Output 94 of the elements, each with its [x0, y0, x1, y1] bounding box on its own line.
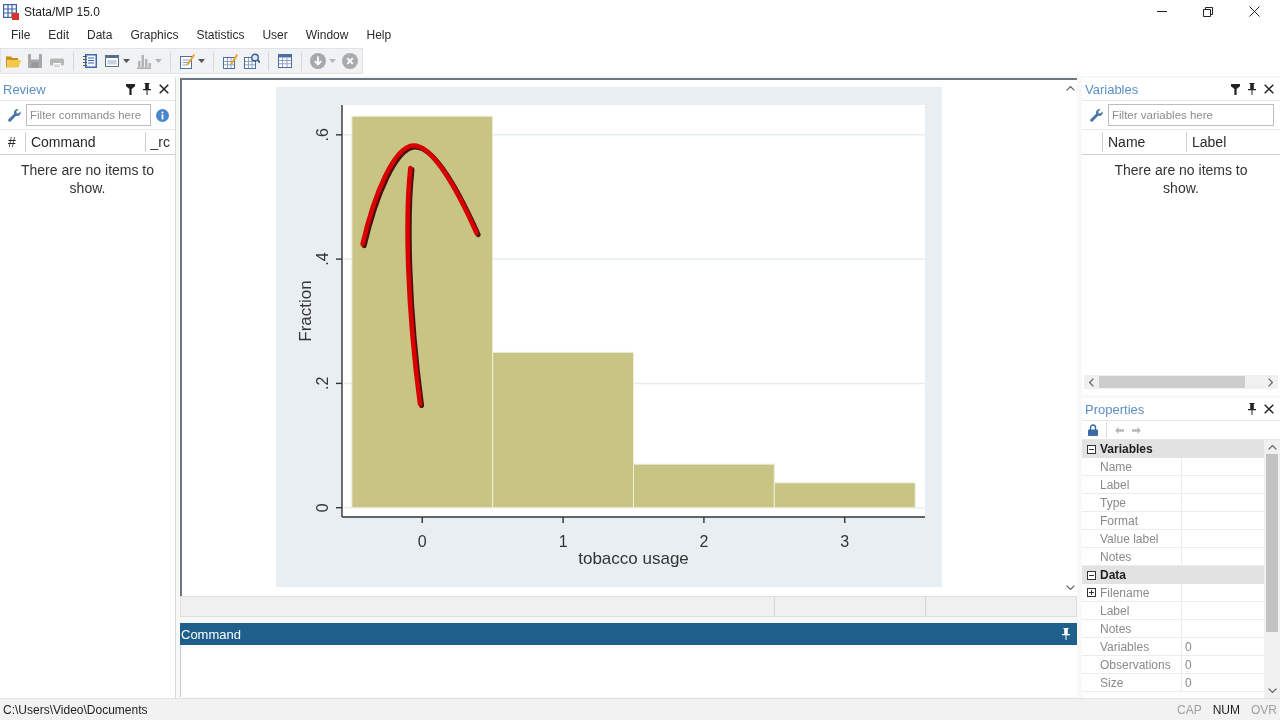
property-label: Filename	[1100, 585, 1150, 600]
y-tick-label: 0	[314, 503, 331, 513]
section-header[interactable]: Variables	[1082, 440, 1264, 458]
menu-item[interactable]: Graphics	[121, 25, 188, 45]
column-header[interactable]: Name	[1102, 132, 1186, 152]
vertical-scrollbar[interactable]	[1264, 440, 1280, 698]
property-label: Label	[1100, 477, 1130, 492]
column-header[interactable]: #	[0, 132, 25, 152]
panel-title: Properties	[1085, 401, 1145, 417]
grid-pencil-icon[interactable]	[222, 53, 238, 69]
notepad-pencil-icon[interactable]	[179, 53, 195, 69]
wrench-icon[interactable]	[1090, 108, 1103, 122]
property-value: 0	[1185, 675, 1192, 690]
x-tick-label: 3	[840, 533, 850, 550]
command-input[interactable]	[180, 645, 1077, 697]
property-label: Label	[1100, 603, 1130, 618]
wrench-icon[interactable]	[8, 108, 21, 122]
property-label: Type	[1100, 495, 1126, 510]
lock-icon[interactable]	[1088, 424, 1098, 436]
column-header[interactable]: Label	[1186, 132, 1280, 152]
menu-item[interactable]: Statistics	[187, 25, 254, 45]
section-title: Data	[1100, 568, 1126, 582]
chevron-down-icon[interactable]	[1267, 688, 1277, 693]
panel-title: Variables	[1085, 81, 1139, 97]
status-path: C:\Users\Video\Documents	[3, 702, 148, 717]
funnel-icon[interactable]	[126, 83, 135, 95]
column-header[interactable]: Command	[24, 132, 145, 152]
property-value: 0	[1185, 639, 1192, 654]
x-tick-label: 2	[699, 533, 709, 550]
property-value: 0	[1185, 657, 1192, 672]
window-title: Stata/MP 15.0	[24, 4, 100, 19]
property-label: Observations	[1100, 657, 1171, 672]
pin-icon[interactable]	[1248, 403, 1256, 415]
empty-message: There are no items to show.	[1113, 161, 1249, 197]
section-header[interactable]: Data	[1082, 566, 1264, 584]
panel-title: Review	[3, 81, 46, 97]
chevron-up-icon[interactable]	[1065, 86, 1075, 91]
minus-box-icon[interactable]	[1086, 570, 1096, 580]
property-label: Size	[1100, 675, 1124, 690]
caret-icon[interactable]	[123, 59, 130, 63]
caret-icon[interactable]	[198, 59, 205, 63]
chevron-down-icon[interactable]	[1065, 585, 1075, 590]
y-tick-label: .4	[314, 252, 331, 266]
column-header[interactable]: _rc	[144, 132, 175, 152]
funnel-icon[interactable]	[1231, 83, 1240, 95]
plus-box-icon[interactable]	[1086, 588, 1096, 597]
panel-title: Command	[181, 626, 241, 642]
restore-icon	[1203, 6, 1213, 17]
section-title: Variables	[1100, 442, 1153, 456]
close-icon[interactable]	[159, 84, 169, 94]
status-indicator: OVR	[1251, 702, 1277, 717]
y-tick-label: .6	[314, 128, 331, 142]
property-label: Format	[1100, 513, 1138, 528]
x-tick-label: 1	[558, 533, 568, 550]
chevron-left-icon[interactable]	[1089, 377, 1094, 387]
status-indicator: NUM	[1212, 702, 1240, 717]
property-label: Name	[1100, 459, 1132, 474]
pin-icon[interactable]	[1248, 83, 1256, 95]
notebook-icon[interactable]	[82, 53, 98, 69]
pin-icon[interactable]	[1062, 628, 1070, 640]
menu-item[interactable]: User	[253, 25, 297, 45]
minimize-icon	[1157, 11, 1167, 12]
menu-item[interactable]: Edit	[39, 25, 79, 45]
property-label: Value label	[1100, 531, 1159, 546]
window-icon[interactable]	[104, 53, 120, 69]
minus-box-icon[interactable]	[1086, 444, 1096, 454]
property-label: Variables	[1100, 639, 1150, 654]
close-icon[interactable]	[1264, 84, 1274, 94]
grid-magnifier-icon[interactable]	[244, 53, 260, 69]
chevron-right-icon[interactable]	[1268, 377, 1273, 387]
scrollbar-thumb[interactable]	[1266, 454, 1278, 632]
info-icon[interactable]	[156, 108, 169, 122]
chevron-up-icon[interactable]	[1267, 445, 1277, 450]
y-axis-title: Fraction	[296, 280, 315, 342]
y-tick-label: .2	[314, 376, 331, 391]
status-indicator: CAP	[1176, 702, 1202, 717]
empty-message: There are no items to show.	[19, 161, 156, 197]
horizontal-scrollbar[interactable]	[1084, 375, 1278, 389]
x-tick-label: 0	[417, 533, 427, 550]
menu-item[interactable]: File	[2, 25, 40, 45]
property-label: Notes	[1100, 621, 1132, 636]
menu-item[interactable]: Window	[296, 25, 358, 45]
x-axis-title: tobacco usage	[578, 549, 689, 568]
table-icon[interactable]	[277, 53, 293, 69]
filter-field[interactable]: Filter commands here	[26, 104, 151, 126]
close-icon[interactable]	[1264, 404, 1274, 414]
grid-icon[interactable]	[3, 3, 19, 20]
close-icon	[1248, 6, 1260, 17]
filter-field[interactable]: Filter variables here	[1108, 104, 1274, 126]
pin-icon[interactable]	[143, 83, 151, 95]
scrollbar-thumb[interactable]	[1099, 376, 1245, 388]
menu-item[interactable]: Data	[78, 25, 122, 45]
menu-item[interactable]: Help	[357, 25, 401, 45]
property-label: Notes	[1100, 549, 1132, 564]
